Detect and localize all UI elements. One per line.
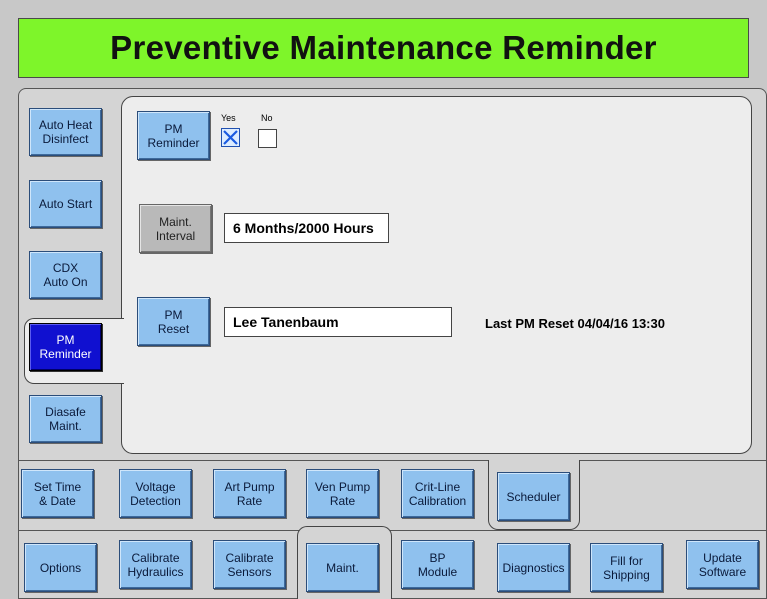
content-area — [121, 96, 752, 454]
tab-voltage-detection[interactable]: Voltage Detection — [119, 469, 192, 518]
tab-options[interactable]: Options — [24, 543, 97, 592]
tab-bp-module[interactable]: BP Module — [401, 540, 474, 589]
tab-fill-for-shipping[interactable]: Fill for Shipping — [590, 543, 663, 592]
maint-interval-field[interactable]: 6 Months/2000 Hours — [224, 213, 389, 243]
tab-scheduler[interactable]: Scheduler — [497, 472, 570, 521]
tab-maint[interactable]: Maint. — [306, 543, 379, 592]
last-pm-reset-value: 04/04/16 13:30 — [577, 316, 665, 331]
no-label: No — [261, 113, 273, 123]
maint-interval-button[interactable]: Maint. Interval — [139, 204, 212, 253]
yes-label: Yes — [221, 113, 236, 123]
tab-calibrate-sensors[interactable]: Calibrate Sensors — [213, 540, 286, 589]
side-tab-diasafe-maint[interactable]: Diasafe Maint. — [29, 395, 102, 443]
side-tab-auto-heat-disinfect[interactable]: Auto Heat Disinfect — [29, 108, 102, 156]
check-x-icon — [223, 130, 238, 145]
tab-diagnostics[interactable]: Diagnostics — [497, 543, 570, 592]
last-pm-reset-label: Last PM Reset — [485, 316, 574, 331]
tab-calibrate-hydraulics[interactable]: Calibrate Hydraulics — [119, 540, 192, 589]
side-tab-cdx-auto-on[interactable]: CDX Auto On — [29, 251, 102, 299]
page-title: Preventive Maintenance Reminder — [18, 18, 749, 78]
no-checkbox[interactable] — [258, 129, 277, 148]
tab-update-software[interactable]: Update Software — [686, 540, 759, 589]
yes-checkbox[interactable] — [221, 128, 240, 147]
tab-set-time-date[interactable]: Set Time & Date — [21, 469, 94, 518]
pm-reset-name-field[interactable]: Lee Tanenbaum — [224, 307, 452, 337]
last-pm-reset-status: Last PM Reset 04/04/16 13:30 — [485, 316, 665, 331]
pm-reset-button[interactable]: PM Reset — [137, 297, 210, 346]
pm-reminder-button[interactable]: PM Reminder — [137, 111, 210, 160]
tab-ven-pump-rate[interactable]: Ven Pump Rate — [306, 469, 379, 518]
tab-crit-line-calibration[interactable]: Crit-Line Calibration — [401, 469, 474, 518]
tab-art-pump-rate[interactable]: Art Pump Rate — [213, 469, 286, 518]
side-tab-pm-reminder[interactable]: PM Reminder — [29, 323, 102, 371]
side-tab-auto-start[interactable]: Auto Start — [29, 180, 102, 228]
